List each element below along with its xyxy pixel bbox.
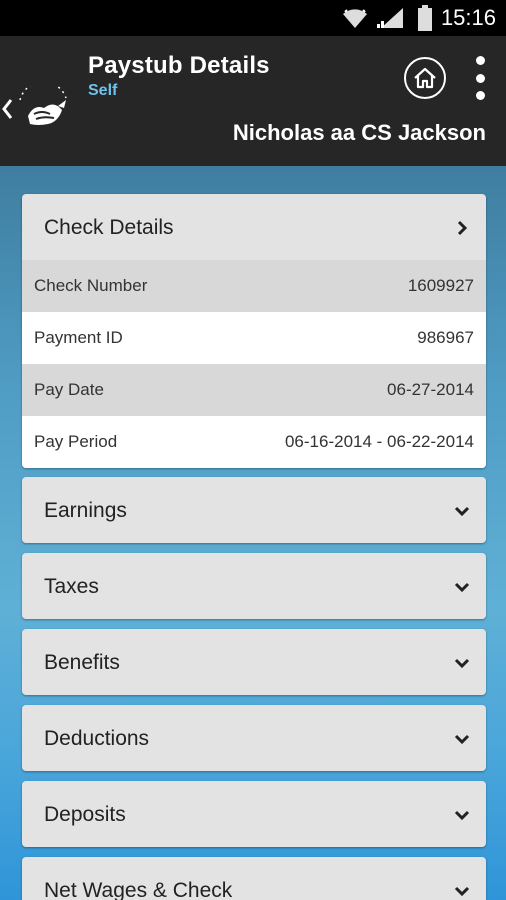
chevron-down-icon — [454, 734, 470, 745]
check-details-header[interactable]: Check Details — [22, 194, 486, 260]
page-title: Paystub Details — [88, 52, 270, 79]
chevron-down-icon — [454, 658, 470, 669]
section-title: Deductions — [44, 727, 150, 750]
detail-row-pay-date: Pay Date 06-27-2014 — [22, 364, 486, 416]
clock: 15:16 — [440, 5, 496, 30]
section-title: Net Wages & Check — [44, 879, 233, 900]
detail-label: Check Number — [34, 276, 148, 295]
status-icons: 15:16 — [341, 0, 506, 36]
page-subtitle: Self — [88, 82, 118, 99]
signal-icon — [376, 8, 403, 28]
chevron-down-icon — [454, 810, 470, 821]
back-chevron-icon[interactable] — [0, 94, 14, 124]
section-header[interactable]: Deductions — [22, 705, 486, 771]
detail-label: Payment ID — [34, 328, 123, 347]
section-title: Earnings — [44, 499, 127, 522]
detail-value: 1609927 — [407, 276, 474, 295]
section-title: Benefits — [44, 651, 120, 674]
section-header[interactable]: Net Wages & Check — [22, 857, 486, 900]
overflow-dot — [475, 73, 485, 83]
chevron-down-icon — [454, 582, 470, 593]
section-header[interactable]: Taxes — [22, 553, 486, 619]
detail-label: Pay Period — [34, 432, 118, 451]
detail-row-check-number: Check Number 1609927 — [22, 260, 486, 312]
logo-icon[interactable] — [14, 86, 72, 134]
section-header[interactable]: Benefits — [22, 629, 486, 695]
detail-value: 06-16-2014 - 06-22-2014 — [284, 432, 474, 451]
detail-row-pay-period: Pay Period 06-16-2014 - 06-22-2014 — [22, 416, 486, 468]
section-title: Check Details — [44, 216, 174, 239]
app-header: Paystub Details Self Nicholas aa CS Jack… — [0, 36, 506, 166]
content-area: Check Details Check Number 1609927 Payme… — [0, 166, 506, 900]
section-title: Deposits — [44, 803, 126, 826]
detail-value: 986967 — [417, 328, 474, 347]
chevron-down-icon — [454, 886, 470, 897]
section-title: Taxes — [44, 575, 99, 598]
battery-icon — [417, 5, 432, 31]
wifi-icon — [342, 9, 367, 28]
detail-row-payment-id: Payment ID 986967 — [22, 312, 486, 364]
section-earnings[interactable]: Earnings — [22, 477, 486, 543]
overflow-dot — [475, 56, 485, 65]
check-details-card: Check Details Check Number 1609927 Payme… — [22, 194, 486, 468]
detail-value: 06-27-2014 — [387, 380, 474, 399]
home-button[interactable] — [404, 57, 446, 99]
user-name: Nicholas aa CS Jackson — [232, 120, 486, 145]
section-deductions[interactable]: Deductions — [22, 705, 486, 771]
detail-label: Pay Date — [34, 380, 104, 399]
section-deposits[interactable]: Deposits — [22, 781, 486, 847]
home-icon — [414, 67, 436, 89]
section-net-wages-check[interactable]: Net Wages & Check — [22, 857, 486, 900]
section-header[interactable]: Earnings — [22, 477, 486, 543]
chevron-down-icon — [454, 506, 470, 517]
chevron-right-icon — [457, 220, 468, 236]
overflow-dot — [475, 91, 485, 100]
section-header[interactable]: Deposits — [22, 781, 486, 847]
section-taxes[interactable]: Taxes — [22, 553, 486, 619]
overflow-menu-icon[interactable] — [470, 56, 490, 100]
status-bar: 15:16 — [0, 0, 506, 36]
section-benefits[interactable]: Benefits — [22, 629, 486, 695]
